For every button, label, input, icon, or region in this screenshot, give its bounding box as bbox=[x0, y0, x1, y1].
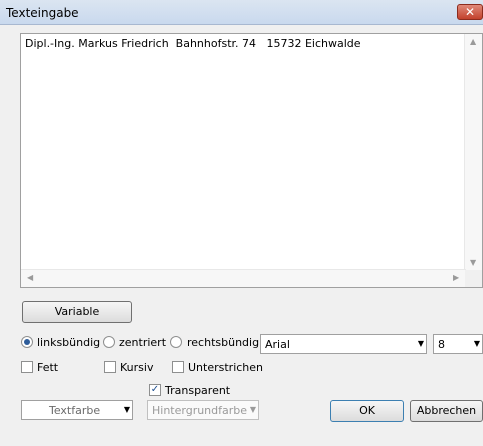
chevron-down-icon: ▼ bbox=[417, 339, 424, 348]
chevron-down-icon: ▼ bbox=[249, 405, 256, 414]
label-underline: Unterstrichen bbox=[188, 361, 264, 374]
scroll-right-icon[interactable]: ▶ bbox=[453, 273, 459, 282]
label-italic: Kursiv bbox=[120, 361, 154, 374]
scroll-corner bbox=[465, 270, 482, 287]
font-size-value: 8 bbox=[438, 338, 445, 351]
memo-content: Dipl.-Ing. Markus Friedrich Bahnhofstr. … bbox=[25, 37, 361, 50]
label-transparent: Transparent bbox=[165, 384, 231, 397]
chevron-down-icon: ▼ bbox=[473, 339, 480, 348]
font-size-select[interactable]: 8 ▼ bbox=[433, 334, 483, 354]
scroll-down-icon[interactable]: ▼ bbox=[470, 258, 476, 267]
label-left-align: linksbündig bbox=[37, 336, 101, 349]
scroll-left-icon[interactable]: ◀ bbox=[27, 273, 33, 282]
horizontal-scrollbar[interactable]: ◀ ▶ bbox=[21, 269, 466, 287]
underline-checkbox[interactable] bbox=[172, 361, 184, 373]
label-center-align: zentriert bbox=[119, 336, 167, 349]
font-name-value: Arial bbox=[265, 338, 290, 351]
font-name-select[interactable]: Arial ▼ bbox=[260, 334, 427, 354]
radio-selected-dot bbox=[24, 339, 30, 345]
window-title: Texteingabe bbox=[6, 6, 79, 20]
checkmark-icon: ✓ bbox=[150, 384, 160, 395]
text-color-value: Textfarbe bbox=[49, 404, 101, 417]
vertical-scrollbar[interactable]: ▲ ▼ bbox=[464, 34, 482, 271]
bold-checkbox[interactable] bbox=[21, 361, 33, 373]
variable-button[interactable]: Variable bbox=[22, 301, 132, 323]
background-color-select[interactable]: Hintergrundfarbe ▼ bbox=[147, 400, 259, 420]
radio-left-align[interactable] bbox=[21, 336, 33, 348]
cancel-button[interactable]: Abbrechen bbox=[410, 400, 483, 422]
italic-checkbox[interactable] bbox=[104, 361, 116, 373]
transparent-checkbox[interactable]: ✓ bbox=[149, 384, 161, 396]
text-memo[interactable]: Dipl.-Ing. Markus Friedrich Bahnhofstr. … bbox=[20, 33, 483, 288]
chevron-down-icon: ▼ bbox=[123, 405, 130, 414]
text-color-select[interactable]: Textfarbe ▼ bbox=[21, 400, 133, 420]
ok-button[interactable]: OK bbox=[330, 400, 404, 422]
close-icon: ✕ bbox=[464, 5, 476, 19]
background-color-value: Hintergrundfarbe bbox=[152, 404, 248, 417]
radio-right-align[interactable] bbox=[170, 336, 182, 348]
label-bold: Fett bbox=[37, 361, 59, 374]
close-button[interactable]: ✕ bbox=[457, 4, 483, 20]
label-right-align: rechtsbündig bbox=[187, 336, 260, 349]
title-bar: Texteingabe ✕ bbox=[0, 0, 483, 25]
radio-center-align[interactable] bbox=[103, 336, 115, 348]
scroll-up-icon[interactable]: ▲ bbox=[470, 37, 476, 46]
